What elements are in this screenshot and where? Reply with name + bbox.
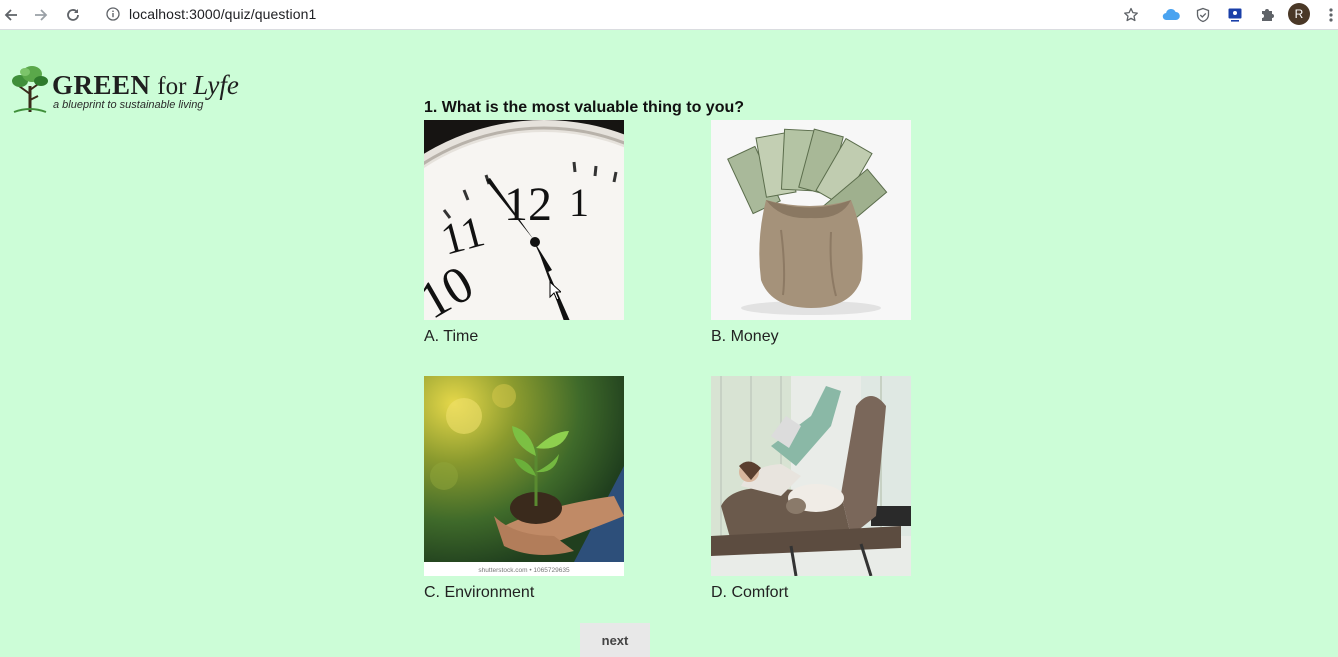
forward-arrow-icon[interactable] [30,4,52,26]
info-icon[interactable] [104,5,122,23]
star-icon[interactable] [1119,3,1143,27]
answer-option-b[interactable]: B. Money [711,120,911,346]
logo-title-lyfe: Lyfe [193,70,239,100]
option-label-c: C. Environment [424,584,535,601]
answer-option-d[interactable]: D. Comfort [711,376,911,602]
option-label-b: B. Money [711,328,779,345]
svg-text:1: 1 [569,180,589,225]
svg-text:12: 12 [504,178,552,231]
mouse-cursor-icon [549,281,561,301]
shutterstock-watermark: shutterstock.com • 1065729635 [478,567,570,574]
shield-icon[interactable] [1191,3,1215,27]
profile-avatar[interactable]: R [1288,3,1310,25]
browser-toolbar: localhost:3000/quiz/question1 R [0,0,1338,30]
logo-title-green: GREEN [52,70,151,100]
screen-icon[interactable] [1223,3,1247,27]
puzzle-icon[interactable] [1255,3,1279,27]
money-bag-image[interactable] [711,120,911,320]
logo-title-for: for [157,73,187,100]
option-label-d: D. Comfort [711,584,789,601]
answer-option-a[interactable]: 12 1 11 10 A. Time [424,120,624,346]
seedling-hands-image[interactable]: shutterstock.com • 1065729635 [424,376,624,576]
option-label-a: A. Time [424,328,479,345]
question-text: 1. What is the most valuable thing to yo… [424,99,745,116]
tree-icon [10,64,50,114]
address-bar-url[interactable]: localhost:3000/quiz/question1 [129,6,316,22]
logo-tagline: a blueprint to sustainable living [53,99,204,111]
logo-title: GREEN for Lyfe [52,70,239,101]
green-for-lyfe-logo[interactable]: GREEN for Lyfe a blueprint to sustainabl… [10,62,272,116]
answer-option-c[interactable]: shutterstock.com • 1065729635 C. Environ… [424,376,624,602]
relaxing-chair-image[interactable] [711,376,911,576]
next-button[interactable]: next [580,623,650,657]
cloud-icon[interactable] [1159,3,1183,27]
more-vert-icon[interactable] [1319,3,1338,27]
back-arrow-icon[interactable] [0,4,22,26]
clock-image[interactable]: 12 1 11 10 [424,120,624,320]
reload-icon[interactable] [62,4,84,26]
